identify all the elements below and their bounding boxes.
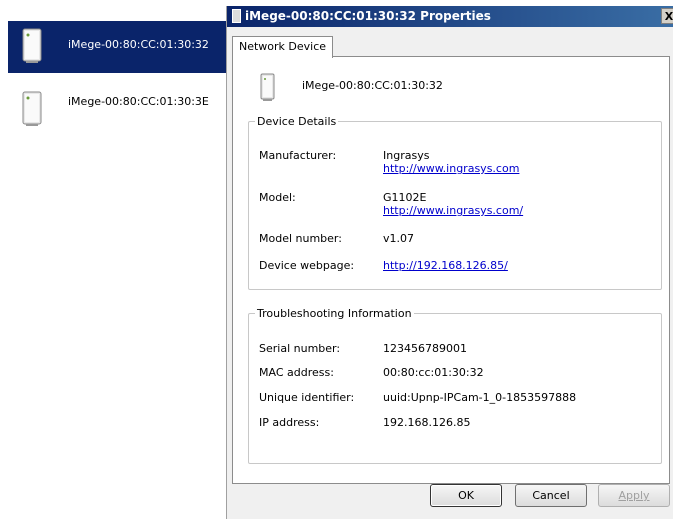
manufacturer-link[interactable]: http://www.ingrasys.com (383, 162, 519, 175)
apply-button[interactable]: Apply (598, 484, 670, 507)
ip-label: IP address: (259, 416, 320, 429)
ok-button[interactable]: OK (430, 484, 502, 507)
device-details-legend: Device Details (257, 115, 337, 128)
model-value: G1102E (383, 191, 427, 204)
manufacturer-label: Manufacturer: (259, 149, 337, 162)
device-item-1[interactable]: iMege-00:80:CC:01:30:32 (8, 21, 226, 73)
device-item-label: iMege-00:80:CC:01:30:3E (68, 95, 209, 108)
model-link[interactable]: http://www.ingrasys.com/ (383, 204, 523, 217)
window-title: iMege-00:80:CC:01:30:32 Properties (245, 9, 491, 23)
tab-network-device[interactable]: Network Device (232, 36, 334, 58)
mac-value: 00:80:cc:01:30:32 (383, 366, 484, 379)
cancel-button[interactable]: Cancel (515, 484, 587, 507)
troubleshooting-legend: Troubleshooting Information (257, 307, 412, 320)
model-number-label: Model number: (259, 232, 342, 245)
webpage-link[interactable]: http://192.168.126.85/ (383, 259, 508, 272)
device-item-2[interactable]: iMege-00:80:CC:01:30:3E (8, 84, 226, 136)
uid-value: uuid:Upnp-IPCam-1_0-1853597888 (383, 391, 577, 404)
serial-label: Serial number: (259, 342, 341, 355)
device-list: iMege-00:80:CC:01:30:32 iMege-00:80:CC:0… (0, 0, 226, 519)
troubleshooting-group: Troubleshooting Information (248, 307, 662, 464)
device-item-label: iMege-00:80:CC:01:30:32 (68, 38, 209, 51)
network-device-icon (22, 28, 42, 63)
properties-dialog: iMege-00:80:CC:01:30:32 Properties X Net… (226, 6, 673, 519)
network-device-icon (232, 9, 241, 23)
uid-label: Unique identifier: (259, 391, 355, 404)
close-button[interactable]: X (661, 8, 673, 24)
model-number-value: v1.07 (383, 232, 415, 245)
device-name: iMege-00:80:CC:01:30:32 (302, 79, 443, 92)
mac-label: MAC address: (259, 366, 334, 379)
webpage-label: Device webpage: (259, 259, 355, 272)
ip-value: 192.168.126.85 (383, 416, 471, 429)
title-bar[interactable]: iMege-00:80:CC:01:30:32 Properties X (227, 6, 673, 27)
manufacturer-value: Ingrasys (383, 149, 430, 162)
model-label: Model: (259, 191, 296, 204)
network-device-icon (260, 73, 275, 101)
serial-value: 123456789001 (383, 342, 467, 355)
network-device-icon (22, 91, 42, 126)
